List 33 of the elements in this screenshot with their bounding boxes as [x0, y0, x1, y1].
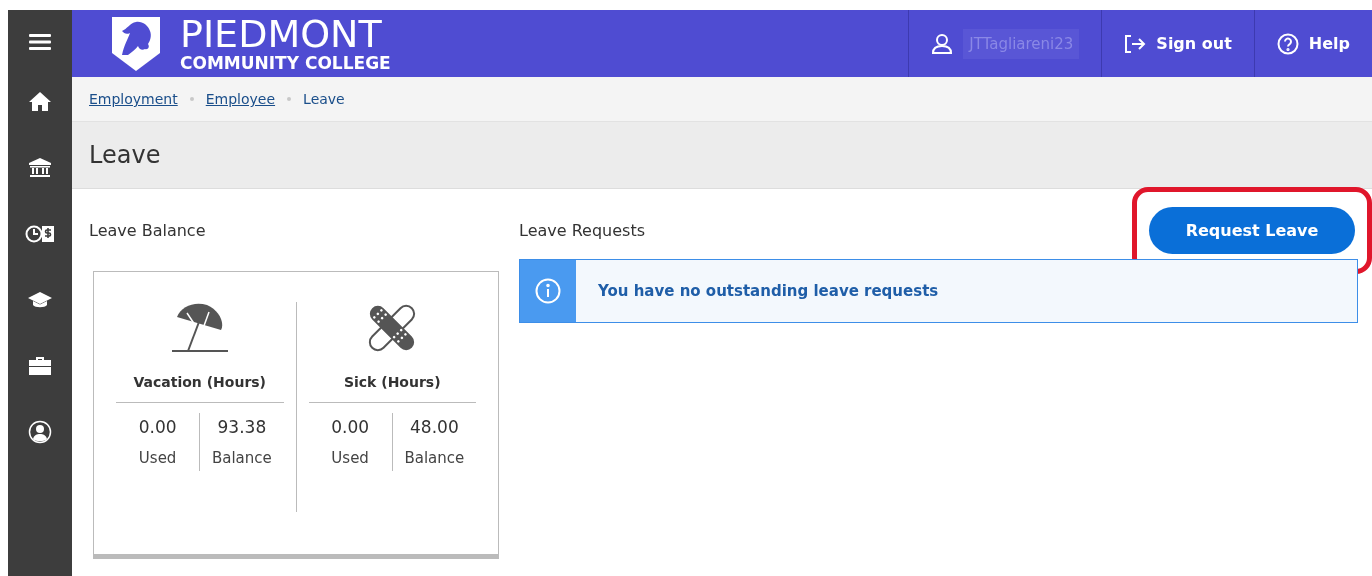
- notice-text: You have no outstanding leave requests: [598, 282, 939, 300]
- category-title: Vacation (Hours): [133, 374, 267, 390]
- used-label: Used: [138, 449, 177, 467]
- current-page-label: Leave: [303, 91, 345, 107]
- beach-umbrella-icon: [170, 302, 229, 354]
- logo-subtitle: COMMUNITY COLLEGE: [180, 55, 391, 72]
- sidebar-button[interactable]: [28, 156, 52, 180]
- help-icon: [1276, 32, 1299, 55]
- info-icon: [535, 278, 561, 304]
- section-title: Leave Requests: [519, 220, 645, 240]
- breadcrumb-link[interactable]: Employee: [205, 91, 276, 107]
- sidebar-button[interactable]: [28, 420, 52, 444]
- used-label: Used: [331, 449, 369, 467]
- sidebar-button[interactable]: [28, 354, 52, 378]
- balance-value: 48.00: [410, 417, 459, 437]
- balance-value: 93.38: [217, 417, 267, 437]
- breadcrumb-link[interactable]: Employment: [89, 91, 178, 107]
- user-icon: [931, 32, 954, 55]
- home-icon: [28, 90, 52, 114]
- category-title: Sick (Hours): [343, 374, 441, 390]
- briefcase-icon: [28, 354, 52, 378]
- balance-label: Balance: [404, 449, 465, 467]
- request-leave-button[interactable]: Request Leave: [1149, 206, 1355, 254]
- used-value: 0.00: [331, 417, 370, 437]
- page-title: Leave: [89, 141, 161, 169]
- sign-out-icon: [1124, 33, 1147, 54]
- bank-icon: [28, 156, 52, 180]
- profile-icon: [28, 420, 52, 444]
- used-value: 0.00: [138, 417, 177, 437]
- sidebar-button[interactable]: [28, 90, 52, 114]
- logo-title: PIEDMONT: [180, 15, 383, 53]
- section-title: Leave Balance: [89, 220, 206, 240]
- balance-label: Balance: [211, 449, 272, 467]
